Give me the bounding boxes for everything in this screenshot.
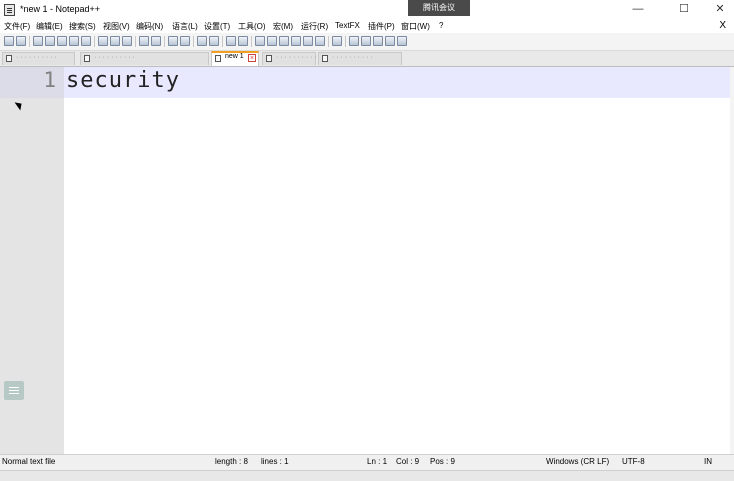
tab-document-5[interactable]: · · · · · · · · · · [318, 52, 402, 65]
document-icon [215, 55, 221, 62]
record-macro-icon[interactable] [349, 36, 359, 46]
run-macro-icon[interactable] [385, 36, 395, 46]
show-all-chars-icon[interactable] [267, 36, 277, 46]
document-icon [6, 55, 12, 62]
menu-macro[interactable]: 宏(M) [273, 21, 293, 32]
sync-vertical-icon[interactable] [226, 36, 236, 46]
tab-document-2[interactable]: · · · · · · · · · · [80, 52, 209, 65]
status-bar: Normal text file length : 8 lines : 1 Ln… [0, 454, 734, 470]
status-encoding[interactable]: UTF-8 [622, 457, 645, 466]
side-panel-handle-icon[interactable] [4, 381, 24, 400]
toolbar [0, 33, 734, 51]
toolbar-separator [222, 36, 223, 47]
window-title: *new 1 - Notepad++ [20, 4, 101, 14]
status-pos: Pos : 9 [430, 457, 455, 466]
menu-edit[interactable]: 编辑(E) [36, 21, 63, 32]
document-icon [266, 55, 272, 62]
menu-file[interactable]: 文件(F) [4, 21, 30, 32]
editor-text[interactable]: security [66, 68, 180, 93]
tab-document-4[interactable]: · · · · · · · · · · [262, 52, 317, 65]
tab-document-1[interactable]: · · · · · · · · · · [2, 52, 75, 65]
menu-settings[interactable]: 设置(T) [204, 21, 230, 32]
close-document-button[interactable]: X [719, 20, 726, 31]
doc-map-icon[interactable] [291, 36, 301, 46]
undo-icon[interactable] [139, 36, 149, 46]
status-ln: Ln : 1 [367, 457, 388, 466]
status-file-type: Normal text file [2, 457, 56, 466]
tab-bar: · · · · · · · · · · · · · · · · · · · · … [0, 51, 734, 67]
find-icon[interactable] [168, 36, 178, 46]
menu-language[interactable]: 语言(L) [172, 21, 198, 32]
zoom-in-icon[interactable] [197, 36, 207, 46]
line-number: 1 [43, 68, 56, 92]
replace-icon[interactable] [180, 36, 190, 46]
tab-close-icon[interactable]: × [248, 54, 256, 62]
menu-help[interactable]: ? [439, 21, 443, 30]
title-bar: *new 1 - Notepad++ 腾讯会议 — ☐ ✕ [0, 0, 734, 19]
close-icon[interactable] [57, 36, 67, 46]
document-icon [322, 55, 328, 62]
zoom-out-icon[interactable] [209, 36, 219, 46]
meeting-tag[interactable]: 腾讯会议 [408, 0, 470, 16]
toolbar-separator [251, 36, 252, 47]
status-lines: lines : 1 [261, 457, 289, 466]
toolbar-separator [94, 36, 95, 47]
status-eol[interactable]: Windows (CR LF) [546, 457, 609, 466]
close-window-button[interactable]: ✕ [700, 0, 734, 19]
toolbar-separator [164, 36, 165, 47]
menu-tools[interactable]: 工具(O) [238, 21, 266, 32]
menu-search[interactable]: 搜索(S) [69, 21, 96, 32]
tab-label: · · · · · · · · · · [276, 54, 317, 61]
status-col: Col : 9 [396, 457, 420, 466]
monitor-icon[interactable] [332, 36, 342, 46]
save-icon[interactable] [33, 36, 43, 46]
maximize-button[interactable]: ☐ [664, 0, 704, 19]
cut-icon[interactable] [98, 36, 108, 46]
new-file-icon[interactable] [4, 36, 14, 46]
menu-view[interactable]: 视图(V) [103, 21, 130, 32]
save-macro-icon[interactable] [397, 36, 407, 46]
toolbar-separator [345, 36, 346, 47]
menu-encoding[interactable]: 编码(N) [136, 21, 163, 32]
vertical-scrollbar[interactable] [730, 67, 734, 454]
tab-label: · · · · · · · · · · [332, 54, 373, 61]
toolbar-separator [328, 36, 329, 47]
function-list-icon[interactable] [303, 36, 313, 46]
menu-window[interactable]: 窗口(W) [401, 21, 430, 32]
toolbar-separator [193, 36, 194, 47]
document-icon [84, 55, 90, 62]
status-length: length : 8 [215, 457, 248, 466]
save-all-icon[interactable] [45, 36, 55, 46]
folder-workspace-icon[interactable] [315, 36, 325, 46]
taskbar [0, 470, 734, 481]
tab-label: · · · · · · · · · · [16, 54, 57, 61]
menu-textfx[interactable]: TextFX [335, 21, 360, 30]
paste-icon[interactable] [122, 36, 132, 46]
indent-guide-icon[interactable] [279, 36, 289, 46]
menu-bar: 文件(F) 编辑(E) 搜索(S) 视图(V) 编码(N) 语言(L) 设置(T… [0, 19, 734, 33]
close-all-icon[interactable] [69, 36, 79, 46]
tab-new-1[interactable]: new 1 × [211, 51, 259, 66]
open-file-icon[interactable] [16, 36, 26, 46]
copy-icon[interactable] [110, 36, 120, 46]
status-insert-mode: IN [704, 457, 712, 466]
menu-run[interactable]: 运行(R) [301, 21, 328, 32]
toolbar-separator [29, 36, 30, 47]
print-icon[interactable] [81, 36, 91, 46]
sync-horizontal-icon[interactable] [238, 36, 248, 46]
word-wrap-icon[interactable] [255, 36, 265, 46]
redo-icon[interactable] [151, 36, 161, 46]
play-macro-icon[interactable] [373, 36, 383, 46]
tab-label: new 1 [225, 53, 244, 60]
menu-plugins[interactable]: 插件(P) [368, 21, 395, 32]
minimize-button[interactable]: — [618, 0, 658, 19]
tab-label: · · · · · · · · · · [94, 54, 135, 61]
notepad-app-icon [4, 4, 15, 16]
stop-macro-icon[interactable] [361, 36, 371, 46]
toolbar-separator [135, 36, 136, 47]
